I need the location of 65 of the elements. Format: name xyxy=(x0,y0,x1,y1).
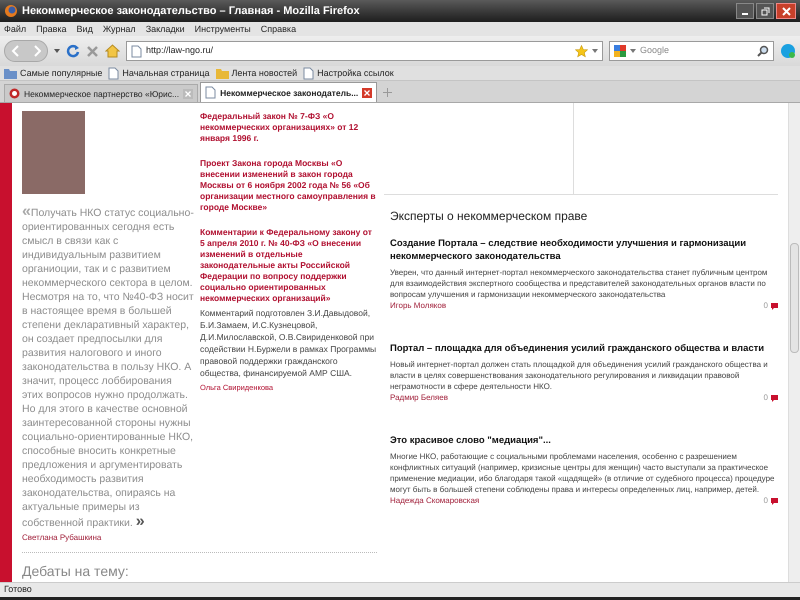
bookmark-link[interactable]: Начальная страница xyxy=(122,68,210,78)
section-heading: Дебаты на тему: xyxy=(22,562,130,581)
page-icon xyxy=(131,44,142,58)
search-field[interactable]: Google xyxy=(609,41,774,61)
menu-item[interactable]: Инструменты xyxy=(194,24,251,34)
reload-icon[interactable] xyxy=(66,44,80,58)
comment-icon xyxy=(771,302,778,310)
article-text: Уверен, что данный интернет-портал некоммерческого законодательства станет публичным центром для взаимодействия экспертного сообщества и представителей законодательных органов власти по вопросам улучшения и гармонизации некоммерческого законодательства xyxy=(390,267,768,300)
forward-icon xyxy=(33,45,41,57)
restore-button[interactable] xyxy=(756,3,774,19)
bookmark-star-icon[interactable] xyxy=(575,44,588,58)
author-link[interactable]: Игорь Моляков xyxy=(390,300,446,312)
article-text: Новый интернет-портал должен стать площадкой для объединения усилий гражданского общества и власти в целях совершенствования законодательного регулирования и ликвидации правовой неграмотности в сфере деятельности НКО. xyxy=(390,359,769,392)
menu-item[interactable]: Справка xyxy=(260,24,296,34)
status-text: Готово xyxy=(4,583,32,596)
law-link[interactable]: Проект Закона города Москвы «О внесении изменений в закон города Москвы от 6 ноября 2002 года № 56 «Об организации местного самоуправления в городе Москве» xyxy=(200,158,378,213)
close-button[interactable] xyxy=(776,3,796,19)
window-title: Некоммерческое законодательство – Главная - Mozilla Firefox xyxy=(22,4,360,19)
comment-count: 0 xyxy=(764,300,768,312)
menu-item[interactable]: Правка xyxy=(36,24,67,34)
comment-count: 0 xyxy=(764,495,768,507)
bookmark-link[interactable]: Лента новостей xyxy=(232,68,298,78)
menu-item[interactable]: Журнал xyxy=(102,24,136,34)
home-icon[interactable] xyxy=(105,44,120,58)
search-input[interactable]: Google xyxy=(640,44,753,58)
back-forward-button[interactable] xyxy=(4,40,48,62)
tab-close-icon[interactable] xyxy=(362,88,372,98)
article-title-link[interactable]: Создание Портала – следствие необходимости улучшения и гармонизации некоммерческого законодательства xyxy=(390,237,778,263)
menu-item[interactable]: Файл xyxy=(4,24,26,34)
article-text: Многие НКО, работающие с социальными проблемами населения, особенно с разрешением конфликтных ситуаций (например, кризисные центры для женщин) часто выступали за практическое применение медиации, ибо благодаря такой «щадящей» (в отличие от судебного процесса) процедуре могут быть в большей степени соблюдены права и интересы определенных лиц, например, детей. xyxy=(390,451,776,495)
search-icon[interactable] xyxy=(757,45,769,57)
browser-tab[interactable]: Некоммерческое законодатель... xyxy=(200,82,378,102)
stop-icon[interactable] xyxy=(86,44,99,58)
page-icon xyxy=(205,86,216,99)
menu-item[interactable]: Вид xyxy=(76,24,93,34)
menu-item[interactable]: Закладки xyxy=(146,24,185,34)
restore-icon xyxy=(760,6,770,16)
author-link[interactable]: Радмир Беляев xyxy=(390,392,448,404)
quote-text: «Получать НКО статус социально-ориентированных сегодня есть смысл в связи как с индивидуальным развитием органиоции, так и с развитием некоммерческого сектора в целом. Несмотря на то, что №40-ФЗ носит в настоящее время в большей степени декларативный характер, он создает предпосылки для развития налогового и иного законодательства в пользу НКО. А значит, процесс лоббирования этих вопросов нужно продолжать. Но для этого в качестве основной заинтересованной стороны нужны социально-ориентированные НКО, способные вносить конкретные предложения и аргументировать необходимость развития законодательства, опираясь на актуальные примеры из собственной практики. » xyxy=(22,204,194,530)
dropdown-icon[interactable] xyxy=(630,49,636,53)
back-icon xyxy=(11,45,21,57)
law-link[interactable]: Федеральный закон № 7-ФЗ «О некоммерческих организациях» от 12 января 1996 г. xyxy=(200,111,378,144)
search-engine-icon xyxy=(614,45,626,57)
browser-logo-icon xyxy=(4,4,18,18)
page-icon xyxy=(303,66,314,80)
author-link[interactable]: Надежда Скомаровская xyxy=(390,495,480,507)
law-link[interactable]: Комментарии к Федеральному закону от 5 апреля 2010 г. № 40-ФЗ «О внесении изменений в отдельные законодательные акты Российской Федерации по вопросу поддержки социально ориентированных некоммерческих организаций» xyxy=(200,227,378,304)
address-field[interactable]: http://law-ngo.ru/ xyxy=(126,41,603,61)
article-title-link[interactable]: Это красивое слово "медиация"... xyxy=(390,434,778,447)
bookmark-link[interactable]: Самые популярные xyxy=(20,68,102,78)
chat-icon[interactable] xyxy=(780,43,796,59)
minimize-button[interactable] xyxy=(736,3,754,19)
browser-tab[interactable]: Некоммерческое партнерство «Юрис... xyxy=(4,84,198,102)
page-icon xyxy=(108,66,120,80)
bookmark-link[interactable]: Настройка ссылок xyxy=(317,68,394,78)
dropdown-icon[interactable] xyxy=(592,49,598,53)
comment-icon xyxy=(771,498,778,504)
article-title-link[interactable]: Портал – площадка для объединения усилий гражданского общества и власти xyxy=(390,342,778,355)
dropdown-icon[interactable] xyxy=(54,49,60,53)
author-link[interactable]: Светлана Рубашкина xyxy=(22,532,190,544)
comment-count: 0 xyxy=(764,392,768,404)
comment-icon xyxy=(771,394,778,402)
section-heading: Эксперты о некоммерческом праве xyxy=(389,208,588,225)
close-icon xyxy=(782,6,790,16)
comment-text: Комментарий подготовлен З.И.Давыдовой, Б.И.Замаем, И.С.Кузнецовой, Д.И.Милославской, О.В.Свириденковой при содействии Н.Буржели в рамках Программы правовой поддержки гражданского общества, финансируемой АМР США. xyxy=(200,307,378,379)
